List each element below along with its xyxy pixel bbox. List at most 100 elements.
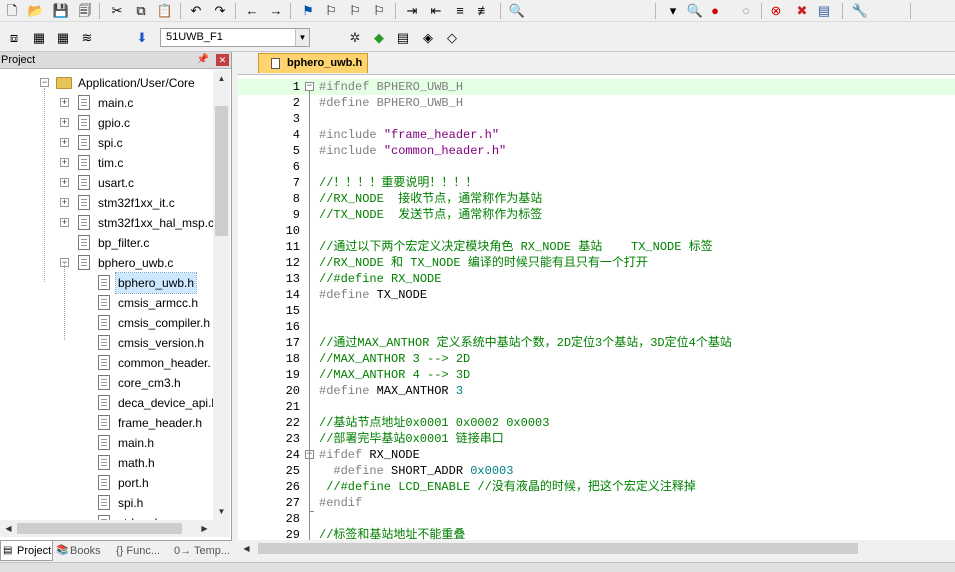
code-line[interactable]: 22 //基站节点地址0x0001 0x0002 0x0003 (238, 415, 955, 431)
debug-session-icon[interactable]: 🔍 (686, 2, 704, 20)
code-line[interactable]: 11 //通过以下两个宏定义决定模块角色 RX_NODE 基站 TX_NODE 标… (238, 239, 955, 255)
tree-file[interactable]: math.h (0, 453, 213, 473)
tree-file[interactable]: − bphero_uwb.c (0, 253, 213, 273)
code-line[interactable]: 14 #define TX_NODE (238, 287, 955, 303)
editor-tab-bphero-uwb-h[interactable]: bphero_uwb.h (258, 53, 368, 73)
scroll-up-icon[interactable]: ▲ (213, 70, 230, 87)
uncomment-icon[interactable]: ≢ (475, 2, 493, 20)
runtime-env-icon[interactable]: ◇ (443, 29, 461, 47)
tree-file[interactable]: port.h (0, 473, 213, 493)
code-line[interactable]: 10 (238, 223, 955, 239)
nav-back-icon[interactable]: ← (243, 2, 261, 20)
code-line[interactable]: 1− #ifndef BPHERO_UWB_H (238, 79, 955, 95)
manage-components-icon[interactable]: ◆ (370, 29, 388, 47)
tree-file[interactable]: + tim.c (0, 153, 213, 173)
open-folder-icon[interactable]: 📂 (27, 2, 45, 20)
tree-file[interactable]: + gpio.c (0, 113, 213, 133)
next-bookmark-icon[interactable]: ⚐ (346, 2, 364, 20)
disable-breakpoint-icon[interactable]: ○ (737, 2, 755, 20)
tree-file[interactable]: deca_device_api.h (0, 393, 213, 413)
tree-file[interactable]: frame_header.h (0, 413, 213, 433)
fold-collapse-icon[interactable]: − (305, 82, 314, 91)
code-line[interactable]: 16 (238, 319, 955, 335)
tree-file[interactable]: stdarg.h (0, 513, 213, 520)
collapse-icon[interactable]: − (40, 78, 49, 87)
code-line[interactable]: 23 //部署完毕基站0x0001 链接串口 (238, 431, 955, 447)
indent-icon[interactable]: ⇥ (403, 2, 421, 20)
tree-file[interactable]: bphero_uwb.h (0, 272, 213, 294)
target-select[interactable]: 51UWB_F1 ▼ (160, 28, 310, 47)
tree-file[interactable]: core_cm3.h (0, 373, 213, 393)
code-line[interactable]: 13 //#define RX_NODE (238, 271, 955, 287)
code-line[interactable]: 4 #include "frame_header.h" (238, 127, 955, 143)
tree-file[interactable]: + stm32f1xx_hal_msp.c (0, 213, 213, 233)
tree-file[interactable]: common_header. (0, 353, 213, 373)
tree-file[interactable]: cmsis_version.h (0, 333, 213, 353)
kill-all-icon[interactable]: ✖ (793, 2, 811, 20)
translate-icon[interactable]: ⧈ (5, 29, 23, 47)
code-line[interactable]: 28 (238, 511, 955, 527)
code-line[interactable]: 8 //RX_NODE 接收节点，通常称作为基站 (238, 191, 955, 207)
pack-installer-icon[interactable]: ◈ (419, 29, 437, 47)
code-line[interactable]: 3 (238, 111, 955, 127)
tree-file[interactable]: + usart.c (0, 173, 213, 193)
code-line[interactable]: 15 (238, 303, 955, 319)
code-editor[interactable]: 1− #ifndef BPHERO_UWB_H 2 #define BPHERO_UW… (238, 74, 955, 540)
tree-vertical-scrollbar[interactable]: ▲ ▼ (213, 70, 230, 520)
code-line[interactable]: 9 //TX_NODE 发送节点，通常称作为标签 (238, 207, 955, 223)
select-packs-icon[interactable]: ▤ (394, 29, 412, 47)
expand-icon[interactable]: + (60, 98, 69, 107)
find-dropdown-icon[interactable]: ▾ (664, 2, 682, 20)
build-icon[interactable]: ▦ (30, 29, 48, 47)
cut-icon[interactable]: ✂ (108, 2, 126, 20)
expand-icon[interactable]: + (60, 218, 69, 227)
prev-bookmark-icon[interactable]: ⚐ (322, 2, 340, 20)
expand-icon[interactable]: + (60, 118, 69, 127)
scroll-left-icon[interactable]: ◀ (238, 540, 255, 557)
expand-icon[interactable]: + (60, 178, 69, 187)
clear-bookmarks-icon[interactable]: ⚐ (370, 2, 388, 20)
editor-horizontal-scroll-thumb[interactable] (258, 543, 858, 554)
tree-vertical-scroll-thumb[interactable] (215, 106, 228, 236)
code-line[interactable]: 2 #define BPHERO_UWB_H (238, 95, 955, 111)
tree-horizontal-scroll-thumb[interactable] (17, 523, 182, 534)
copy-icon[interactable]: ⧉ (132, 2, 150, 20)
expand-icon[interactable]: + (60, 158, 69, 167)
code-line[interactable]: 29 //标签和基站地址不能重叠 (238, 527, 955, 540)
code-line[interactable]: 27 #endif (238, 495, 955, 511)
chevron-down-icon[interactable]: ▼ (295, 29, 309, 46)
target-options-icon[interactable]: ✲ (346, 29, 364, 47)
tree-file[interactable]: + main.c (0, 93, 213, 113)
comment-icon[interactable]: ≡ (451, 2, 469, 20)
tree-file[interactable]: main.h (0, 433, 213, 453)
new-file-icon[interactable]: 🗋 (3, 2, 21, 20)
close-icon[interactable]: ✕ (216, 54, 229, 66)
download-icon[interactable]: ⬇ (133, 29, 151, 47)
bookmark-icon[interactable]: ⚑ (299, 2, 317, 20)
panel-tab-templates[interactable]: 0→ Temp... (170, 541, 230, 561)
code-line[interactable]: 20 #define MAX_ANTHOR 3 (238, 383, 955, 399)
code-line[interactable]: 18 //MAX_ANTHOR 3 --> 2D (238, 351, 955, 367)
window-layout-icon[interactable]: ▤ (815, 2, 833, 20)
code-line[interactable]: 7 //！！！！重要说明！！！！ (238, 175, 955, 191)
code-line[interactable]: 26 //#define LCD_ENABLE //没有液晶的时候，把这个宏定义… (238, 479, 955, 495)
save-all-icon[interactable]: 🗐 (76, 2, 94, 20)
code-line[interactable]: 19 //MAX_ANTHOR 4 --> 3D (238, 367, 955, 383)
save-icon[interactable]: 💾 (52, 2, 70, 20)
nav-forward-icon[interactable]: → (267, 2, 285, 20)
unindent-icon[interactable]: ⇤ (427, 2, 445, 20)
scroll-left-icon[interactable]: ◀ (0, 520, 17, 537)
tree-file[interactable]: cmsis_armcc.h (0, 293, 213, 313)
redo-icon[interactable]: ↷ (211, 2, 229, 20)
paste-icon[interactable]: 📋 (156, 2, 174, 20)
rebuild-icon[interactable]: ▦ (54, 29, 72, 47)
tree-file[interactable]: spi.h (0, 493, 213, 513)
code-line[interactable]: 25 #define SHORT_ADDR 0x0003 (238, 463, 955, 479)
tree-horizontal-scrollbar[interactable]: ◀ ▶ (0, 520, 230, 537)
pin-icon[interactable]: 📌 (197, 52, 209, 68)
panel-tab-project[interactable]: ▤ Project (0, 541, 53, 561)
tree-file[interactable]: + stm32f1xx_it.c (0, 193, 213, 213)
code-line[interactable]: 12 //RX_NODE 和 TX_NODE 编译的时候只能有且只有一个打开 (238, 255, 955, 271)
tree-folder[interactable]: − Application/User/Core (0, 73, 213, 93)
panel-tab-books[interactable]: 📚 Books (54, 541, 110, 561)
